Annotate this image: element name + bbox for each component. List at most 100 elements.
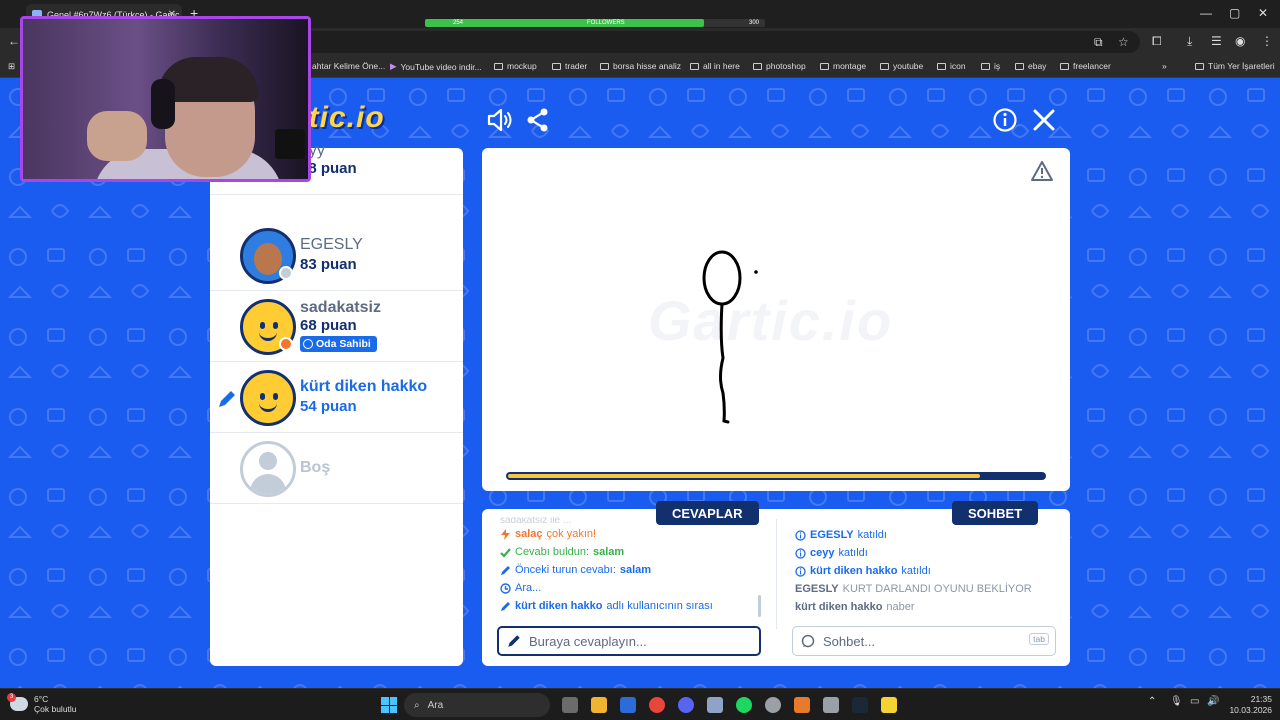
back-icon[interactable]: ←: [8, 34, 20, 48]
spotify-icon[interactable]: [736, 697, 752, 713]
bookmark-item[interactable]: ▶ YouTube video indir...: [390, 61, 482, 72]
crown-icon: [303, 339, 313, 349]
chat-message: ceyy katıldı: [795, 544, 1055, 562]
player-name: EGESLY: [300, 236, 363, 253]
minimize-icon[interactable]: —: [1200, 6, 1212, 20]
microphone-icon: [275, 129, 305, 159]
streaming-app-icon[interactable]: [794, 697, 810, 713]
bookmark-folder[interactable]: ebay: [1015, 61, 1046, 71]
folder-icon: [1060, 62, 1069, 70]
player-points: 68 puan: [300, 317, 357, 334]
folder-icon: [880, 62, 889, 70]
folder-icon: [494, 62, 503, 70]
bookmarks-overflow-icon[interactable]: »: [1162, 61, 1167, 71]
round-timer-bar: [506, 472, 1046, 480]
tray-overflow-icon[interactable]: ⌃: [1148, 696, 1156, 707]
exit-game-icon[interactable]: [1031, 107, 1057, 133]
store-icon[interactable]: [620, 697, 636, 713]
empty-player-slot: Boş: [210, 433, 463, 504]
bookmark-star-icon[interactable]: ☆: [1118, 35, 1129, 49]
profile-icon[interactable]: ◉: [1235, 34, 1245, 48]
answers-chat-panel: CEVAPLAR SOHBET sadakatsiz ile ... salaç…: [482, 501, 1070, 666]
answer-input[interactable]: Buraya cevaplayın...: [497, 626, 761, 656]
share-icon[interactable]: [525, 107, 551, 133]
settings-icon[interactable]: [823, 697, 839, 713]
info-icon[interactable]: [992, 107, 1018, 133]
player-drawing: [702, 250, 758, 424]
volume-icon[interactable]: 🔊: [1207, 696, 1219, 707]
weather-condition: Çok bulutlu: [34, 704, 77, 714]
bookmark-folder[interactable]: photoshop: [753, 61, 806, 71]
folder-icon: [820, 62, 829, 70]
answers-scrollbar[interactable]: [758, 595, 761, 617]
empty-slot-label: Boş: [300, 459, 331, 476]
steam-icon[interactable]: [852, 697, 868, 713]
download-icon[interactable]: ⤓: [1187, 34, 1192, 49]
folder-icon: [753, 62, 762, 70]
chat-input[interactable]: Sohbet... tab: [792, 626, 1056, 656]
bookmark-folder[interactable]: freelancer: [1060, 61, 1111, 71]
chat-bubble-icon: [801, 634, 815, 648]
taskbar-search[interactable]: ⌕ Ara: [404, 693, 550, 717]
system-clock[interactable]: 21:35 10.03.2026: [1228, 694, 1272, 716]
file-explorer-icon[interactable]: [591, 697, 607, 713]
sound-toggle-icon[interactable]: [486, 107, 512, 133]
player-name: kürt diken hakko: [300, 378, 428, 395]
chrome-icon[interactable]: [649, 697, 665, 713]
bookmark-folder[interactable]: montage: [820, 61, 866, 71]
followers-label: FOLLOWERS: [587, 20, 625, 26]
extensions-icon[interactable]: ⧠: [1152, 34, 1162, 49]
discord-icon[interactable]: [678, 697, 694, 713]
info-icon: [795, 547, 806, 559]
all-bookmarks[interactable]: Tüm Yer İşaretleri: [1195, 61, 1275, 71]
bookmark-folder[interactable]: borsa hisse analiz: [600, 61, 681, 71]
pencil-icon: [501, 601, 510, 611]
info-icon: [795, 565, 806, 577]
obs-icon[interactable]: [765, 697, 781, 713]
player-row: EGESLY 83 puan: [210, 220, 463, 291]
followers-count-right: 300: [749, 20, 760, 26]
maximize-icon[interactable]: ▢: [1229, 6, 1240, 20]
browser-menu-icon[interactable]: ⋮: [1261, 34, 1273, 48]
webcam-overlay: [20, 16, 311, 182]
app-icon[interactable]: [707, 697, 723, 713]
answers-feed: sadakatsiz ile ... salaç çok yakın! Ceva…: [500, 517, 760, 615]
answer-message: Cevabı buldun: salam: [500, 543, 760, 561]
followers-progress-fill: [425, 19, 704, 27]
pencil-icon: [501, 565, 510, 575]
player-points: 54 puan: [300, 398, 357, 415]
bookmark-folder[interactable]: all in here: [690, 61, 740, 71]
answer-message: Önceki turun cevabı: salam: [500, 561, 760, 579]
bookmark-folder[interactable]: iş: [981, 61, 1000, 71]
task-view-icon[interactable]: [562, 697, 578, 713]
bookmark-item[interactable]: ahtar Kelime Öne...: [312, 61, 385, 71]
network-icon[interactable]: ▭: [1190, 696, 1199, 707]
temperature: 6°C: [34, 694, 49, 704]
player-list: eyy 98 puan EGESLY 83 puan sadakatsiz 68…: [210, 126, 463, 666]
player-row-drawing: kürt diken hakko 54 puan: [210, 362, 463, 433]
lightning-icon: [501, 528, 510, 540]
truncated-message: sadakatsiz ile ...: [500, 517, 572, 525]
windows-start-icon[interactable]: [381, 697, 397, 713]
omnibox[interactable]: ⧉ ☆: [300, 31, 1140, 53]
chat-message: kürt diken hakko katıldı: [795, 562, 1055, 580]
microphone-tray-icon[interactable]: 🎙: [1170, 696, 1183, 707]
drawing-canvas[interactable]: Gartic.io: [482, 148, 1070, 491]
install-app-icon[interactable]: ⧉: [1094, 35, 1103, 50]
bookmark-folder[interactable]: youtube: [880, 61, 923, 71]
weather-widget[interactable]: 3 6°C Çok bulutlu: [7, 693, 77, 714]
pencil-icon: [219, 391, 235, 407]
apps-grid-icon[interactable]: ⊞: [8, 61, 15, 72]
player-row: sadakatsiz 68 puan Oda Sahibi: [210, 291, 463, 362]
room-owner-badge: Oda Sahibi: [300, 336, 377, 352]
chat-feed: EGESLY katıldı ceyy katıldı kürt diken h…: [795, 526, 1055, 616]
sticky-notes-icon[interactable]: [881, 697, 897, 713]
bookmark-folder[interactable]: trader: [552, 61, 587, 71]
close-window-icon[interactable]: ✕: [1258, 6, 1268, 20]
folder-icon: [1015, 62, 1024, 70]
bookmark-folder[interactable]: icon: [937, 61, 966, 71]
media-controls-icon[interactable]: ☰: [1211, 34, 1222, 48]
bookmark-folder[interactable]: mockup: [494, 61, 537, 71]
folder-icon: [690, 62, 699, 70]
check-icon: [500, 547, 511, 558]
